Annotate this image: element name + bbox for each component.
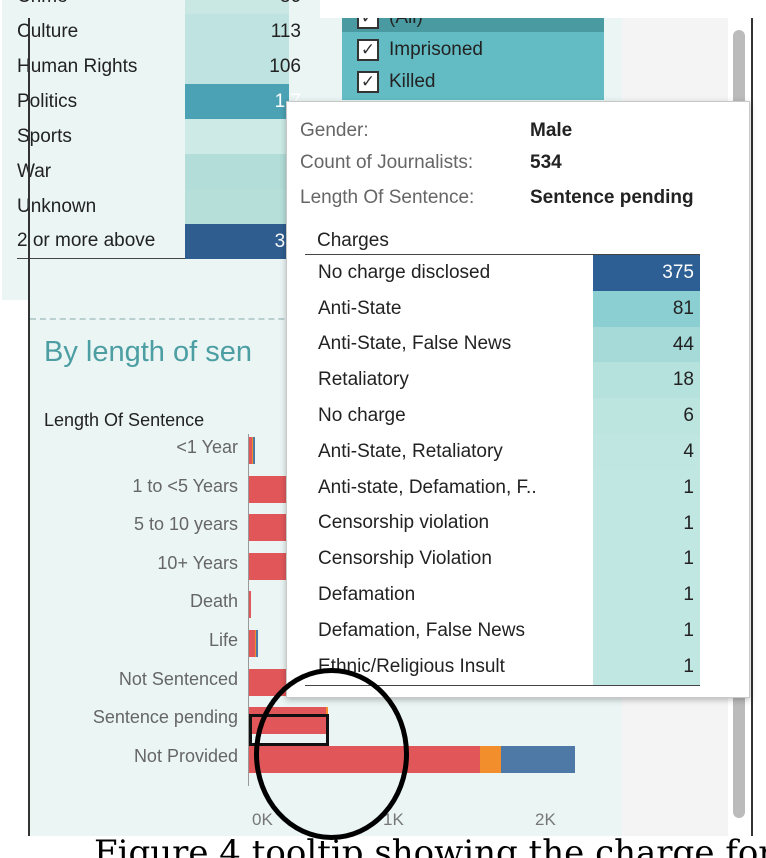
bar-segment[interactable] [249,591,251,619]
bar-segment[interactable] [256,630,259,657]
bar-segment[interactable] [249,475,290,503]
charge-row: Defamation 1 [305,577,700,613]
charge-row: No charge 6 [305,398,700,434]
charge-name: Censorship violation [318,512,490,534]
charge-count: 1 [593,612,700,649]
bar-segment[interactable] [249,552,290,580]
subject-value: 3 [185,154,301,189]
subject-value: 1,7 [185,84,301,119]
category-label: 1 to <5 Years [132,475,238,496]
tooltip-gender-label: Gender: [300,120,369,141]
bar-segment[interactable] [253,437,256,464]
tooltip-gender-value: Male [530,120,573,141]
charge-count: 1 [593,505,700,542]
bar-segment[interactable] [479,745,502,773]
subject-label: 2 or more above [17,230,156,251]
subject-label: Crime [17,0,185,8]
category-label: Death [189,591,238,612]
filter-option-label: (All) [389,18,423,29]
figure-caption: Figure 4 tooltip showing the charge for [94,833,766,858]
tooltip-count-value: 534 [530,152,562,173]
charge-count: 1 [593,577,700,613]
subject-row[interactable]: Culture 113 [17,14,317,49]
charge-row: Anti-State, Retaliatory 4 [305,433,700,470]
charge-name: Anti-state, Defamation, F.. [318,476,537,498]
tooltip-count-label: Count of Journalists: [300,152,474,173]
tooltip: Gender: Male Count of Journalists: 534 L… [286,101,750,698]
category-label: Life [208,630,238,650]
charge-count: 1 [593,541,700,578]
subject-label: Politics [17,90,78,112]
category-label: Not Sentenced [118,668,238,689]
filter-option-label: Imprisoned [389,39,483,60]
checkbox-icon[interactable]: ✓ [357,39,379,61]
charges-table: No charge disclosed 375 Anti-State 81 Anti-S… [305,254,700,686]
charge-name: Retaliatory [318,369,409,391]
subject-row[interactable]: Politics 1,7 [17,84,317,119]
subject-row[interactable]: Crime86 [17,0,317,14]
subject-value: 2 [185,189,301,224]
checkbox-icon[interactable]: ✓ [357,71,379,93]
charge-name: Censorship Violation [318,548,492,570]
subject-row[interactable]: Sports [17,119,317,154]
subject-label: Culture [17,20,79,42]
charge-count: 81 [593,290,700,327]
category-label: 5 to 10 years [133,514,238,535]
charge-count: 1 [593,469,700,506]
charge-name: Anti-State [318,297,402,319]
category-label: <1 Year [176,437,238,457]
charge-name: Anti-State, Retaliatory [318,440,503,462]
charge-name: No charge [318,405,406,427]
bar-segment[interactable] [249,514,290,542]
checkbox-icon[interactable]: ✓ [357,18,379,29]
subject-row[interactable]: Unknown 2 [17,189,317,224]
annotation-circle [254,668,409,840]
subject-label: Human Rights [17,55,138,77]
charge-row: No charge disclosed 375 [305,255,700,291]
subject-row[interactable]: 2 or more above 3,9 [17,224,317,259]
charges-header: Charges [317,230,389,251]
tooltip-length-value: Sentence pending [530,187,694,208]
filter-option-label: Killed [389,71,436,92]
section-title: By length of sen [44,336,252,368]
filter-option[interactable]: ✓ Killed [342,64,604,100]
charge-row: Censorship violation 1 [305,505,700,542]
charge-row: Defamation, False News 1 [305,612,700,649]
charge-count: 1 [593,648,700,685]
x-tick-label: 2K [535,810,556,829]
subject-row[interactable]: Human Rights 106 [17,49,317,84]
charge-count: 4 [593,433,700,470]
charge-name: Defamation, False News [318,619,525,641]
charge-row: Anti-State 81 [305,290,700,327]
subject-value [185,119,301,154]
x-tick-label: 0K [252,810,273,829]
subject-row[interactable]: War 3 [17,154,317,189]
charge-name: No charge disclosed [318,261,491,283]
charge-count: 44 [593,326,700,363]
charge-count: 6 [593,398,700,434]
charge-row: Censorship Violation 1 [305,541,700,578]
charge-count: 18 [593,362,700,399]
subject-label: Sports [17,125,72,147]
subject-label: Unknown [17,195,97,217]
charge-row: Anti-State, False News 44 [305,326,700,363]
bar-segment[interactable] [501,745,576,773]
charge-name: Defamation [318,584,416,606]
charge-row: Retaliatory 18 [305,362,700,399]
subject-value: 113 [270,21,301,42]
subject-value: 86 [185,0,301,14]
charge-count: 375 [593,255,700,291]
category-label: 10+ Years [157,552,238,573]
axis-header: Length Of Sentence [44,410,205,430]
category-label: Sentence pending [92,707,238,728]
charge-row: Anti-state, Defamation, F.. 1 [305,469,700,506]
subject-value: 3,9 [185,224,301,259]
charge-name: Anti-State, False News [318,333,512,355]
filter-option[interactable]: ✓ Imprisoned [342,32,604,68]
subjects-table: Crime86 Culture 113 Human Rights 106 Politics… [2,0,320,300]
subject-value: 106 [269,56,301,77]
subject-label: War [17,160,52,182]
category-label: Not Provided [133,745,238,766]
tooltip-length-label: Length Of Sentence: [300,187,475,208]
